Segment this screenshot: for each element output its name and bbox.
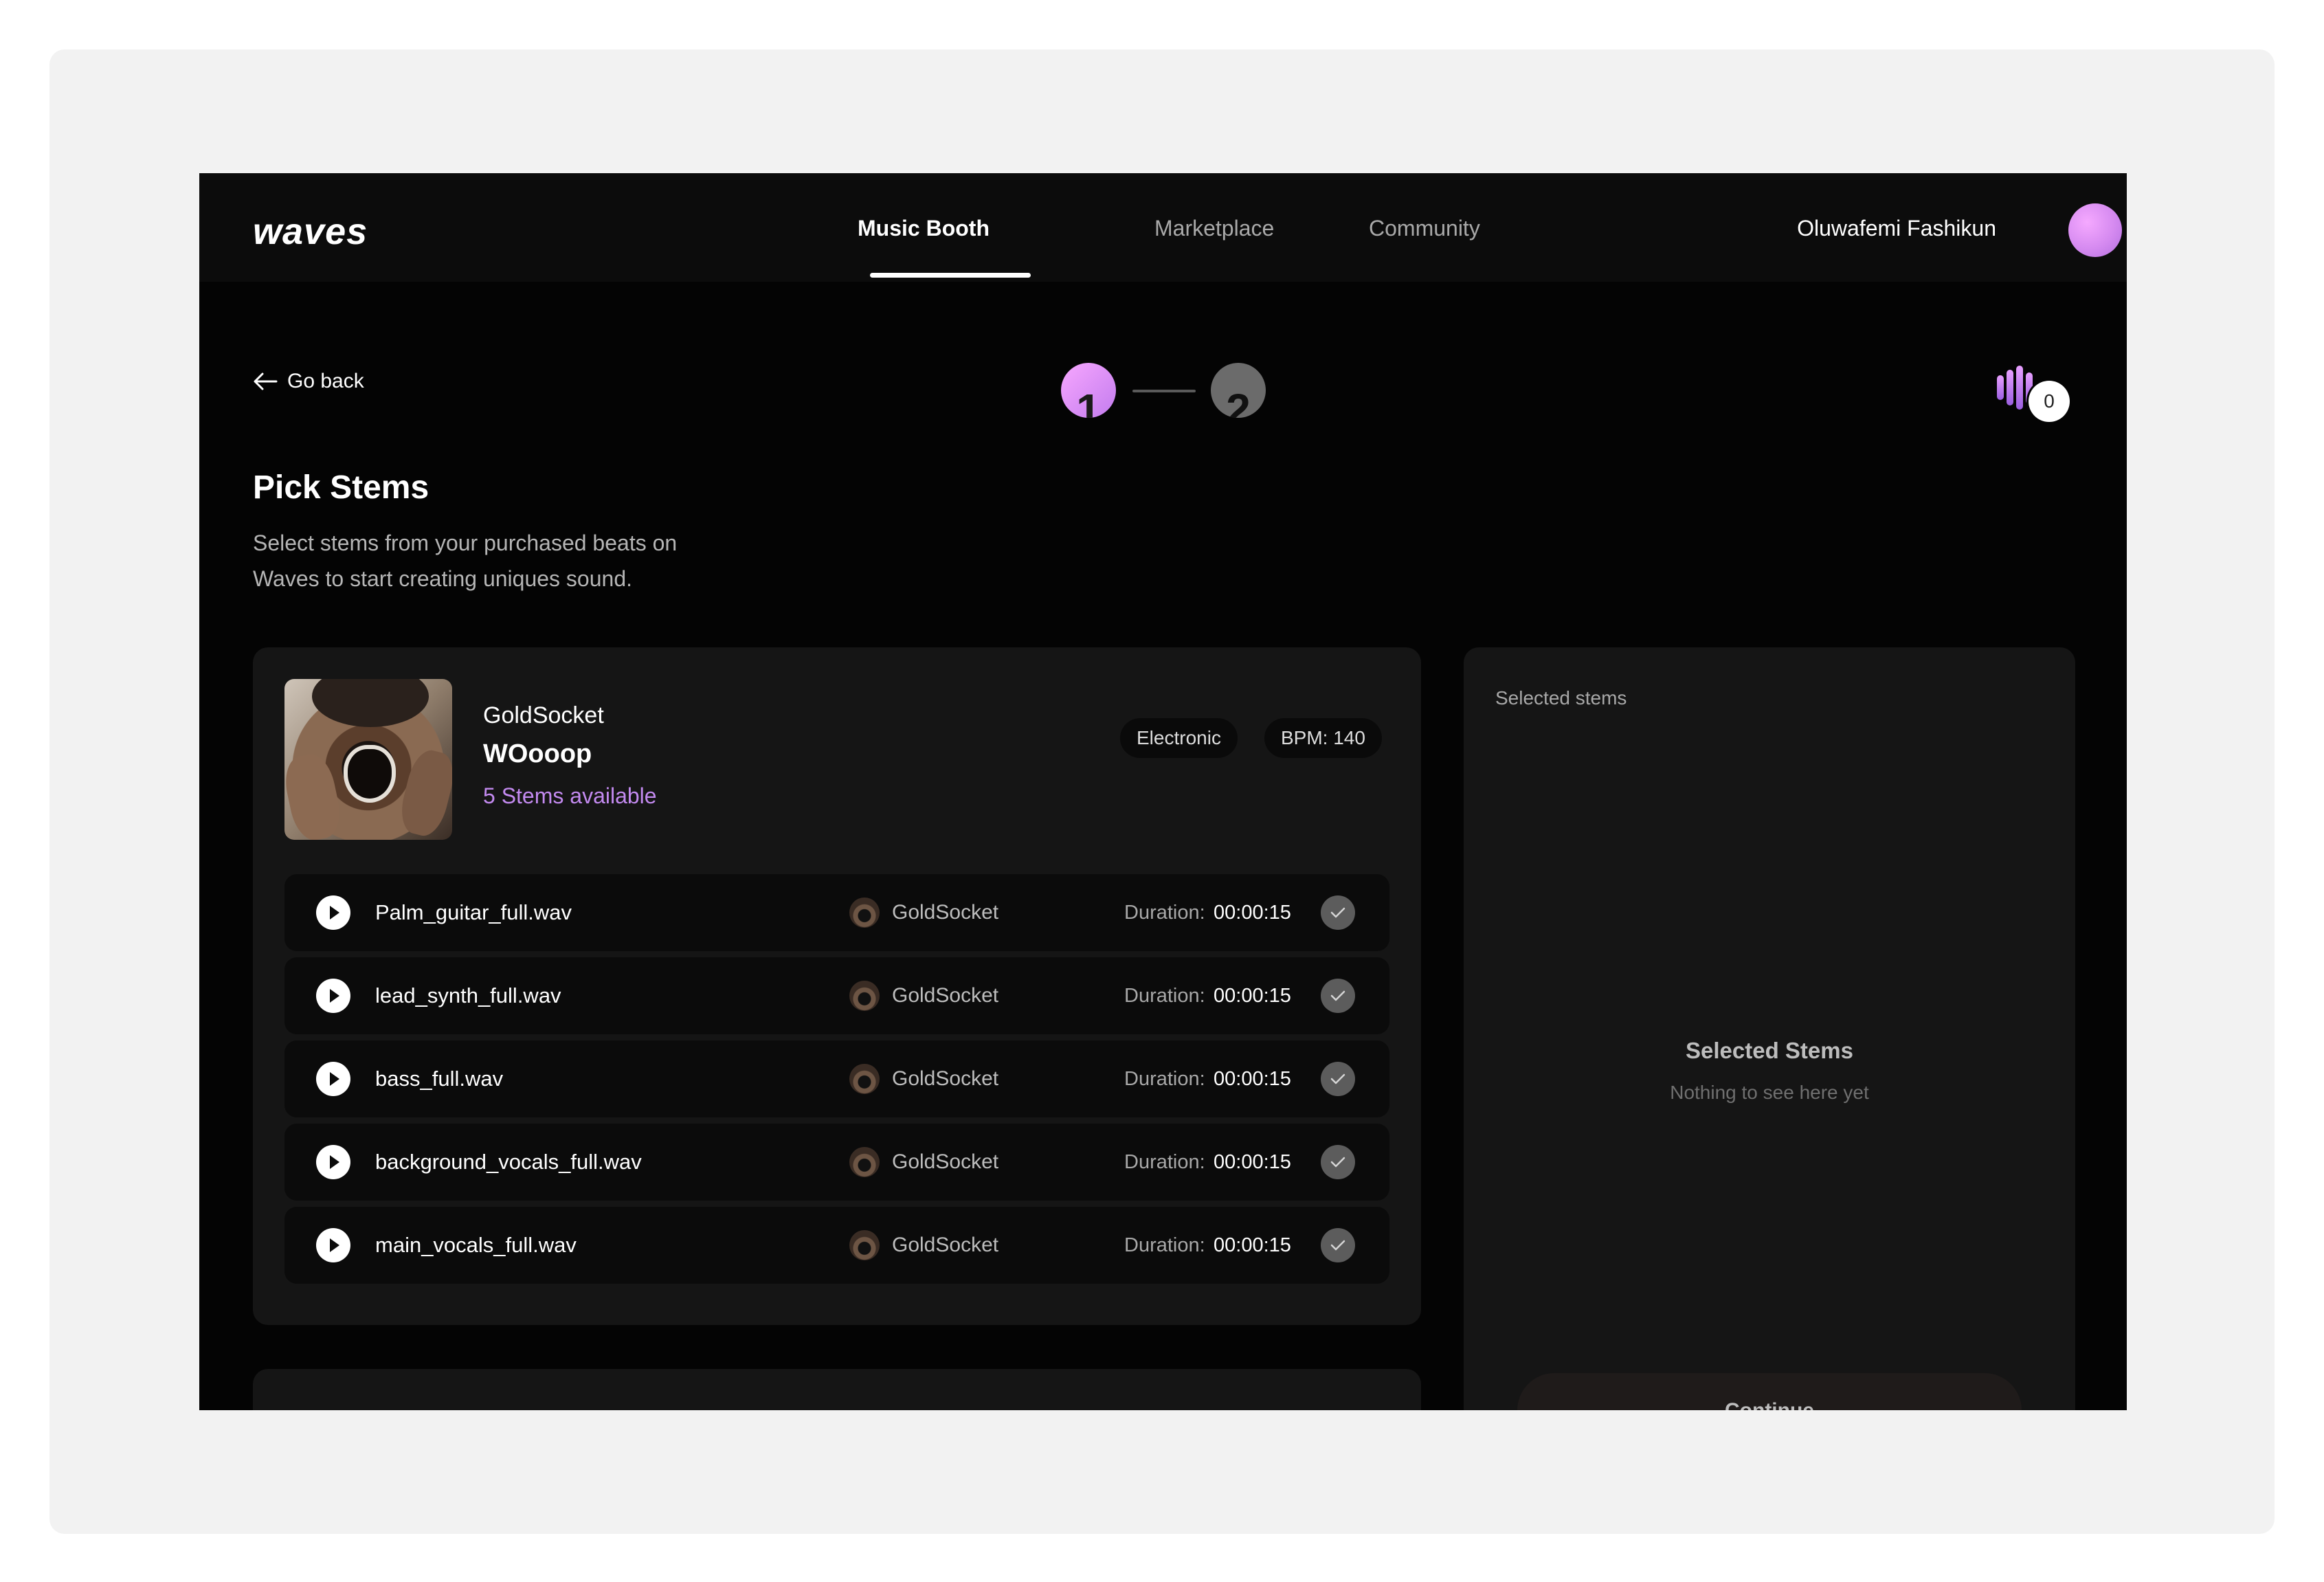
bpm-tag: BPM: 140 (1264, 718, 1382, 758)
duration-label: Duration: (1124, 1151, 1205, 1173)
stems-available-count: 5 Stems available (483, 783, 657, 808)
owner-avatar (849, 1230, 880, 1260)
continue-label: Continue (1517, 1401, 2022, 1411)
beat-card: GoldSocket WOooop 5 Stems available Elec… (253, 647, 1421, 1325)
stem-name: main_vocals_full.wav (375, 1233, 577, 1257)
stem-owner: GoldSocket (892, 1234, 999, 1256)
step-2: 2 (1211, 363, 1266, 418)
genre-tag: Electronic (1120, 718, 1238, 758)
waves-logo[interactable]: waves (253, 213, 368, 250)
duration-value: 00:00:15 (1214, 985, 1291, 1007)
beat-cover-image (284, 679, 452, 840)
beat-artist: GoldSocket (483, 702, 604, 728)
select-check-icon[interactable] (1321, 979, 1355, 1013)
continue-button[interactable]: Continue (1517, 1373, 2022, 1410)
app-window: waves Music Booth Marketplace Community … (199, 173, 2127, 1410)
duration-value: 00:00:15 (1214, 1234, 1291, 1256)
duration-label: Duration: (1124, 985, 1205, 1007)
next-beat-card (253, 1369, 1421, 1410)
stem-name: bass_full.wav (375, 1067, 504, 1091)
page-frame: waves Music Booth Marketplace Community … (49, 49, 2275, 1534)
top-nav: waves Music Booth Marketplace Community … (199, 173, 2127, 282)
play-icon[interactable] (316, 895, 350, 930)
nav-music-booth[interactable]: Music Booth (858, 217, 990, 239)
select-check-icon[interactable] (1321, 1062, 1355, 1096)
stem-name: Palm_guitar_full.wav (375, 900, 572, 924)
stem-name: lead_synth_full.wav (375, 983, 561, 1007)
play-icon[interactable] (316, 1228, 350, 1262)
stem-row[interactable]: main_vocals_full.wav GoldSocket Duration… (284, 1207, 1389, 1284)
arrow-left-icon (254, 372, 278, 390)
go-back-label: Go back (287, 370, 364, 392)
stem-row[interactable]: lead_synth_full.wav GoldSocket Duration:… (284, 957, 1389, 1034)
cart-count-badge: 0 (2029, 381, 2070, 422)
empty-state-subtitle: Nothing to see here yet (1670, 1082, 1869, 1103)
beat-title: WOooop (483, 739, 592, 768)
step-2-number: 2 (1226, 385, 1251, 418)
owner-avatar (849, 1064, 880, 1094)
select-check-icon[interactable] (1321, 895, 1355, 930)
stems-cart-button[interactable]: 0 (1997, 360, 2086, 426)
step-1-number: 1 (1076, 385, 1101, 418)
selected-stems-panel: Selected stems Selected Stems Nothing to… (1464, 647, 2075, 1410)
empty-state-title: Selected Stems (1686, 1038, 1853, 1063)
page-title: Pick Stems (253, 469, 429, 506)
stem-owner: GoldSocket (892, 1067, 999, 1090)
nav-community[interactable]: Community (1369, 217, 1480, 239)
user-name[interactable]: Oluwafemi Fashikun (1797, 217, 1996, 239)
page-subtitle: Select stems from your purchased beats o… (253, 531, 678, 591)
owner-avatar (849, 981, 880, 1011)
duration-value: 00:00:15 (1214, 902, 1291, 924)
duration-value: 00:00:15 (1214, 1151, 1291, 1173)
play-icon[interactable] (316, 1145, 350, 1179)
step-1: 1 (1061, 363, 1116, 418)
selected-stems-label: Selected stems (1495, 687, 1627, 709)
play-icon[interactable] (316, 1062, 350, 1096)
stem-name: background_vocals_full.wav (375, 1150, 642, 1174)
go-back-button[interactable]: Go back (253, 370, 364, 393)
stem-row[interactable]: background_vocals_full.wav GoldSocket Du… (284, 1124, 1389, 1201)
stem-row[interactable]: bass_full.wav GoldSocket Duration: 00:00… (284, 1040, 1389, 1117)
stem-owner: GoldSocket (892, 984, 999, 1007)
duration-value: 00:00:15 (1214, 1068, 1291, 1090)
avatar[interactable] (2068, 203, 2122, 257)
nav-active-indicator (870, 273, 1031, 278)
select-check-icon[interactable] (1321, 1228, 1355, 1262)
play-icon[interactable] (316, 979, 350, 1013)
duration-label: Duration: (1124, 1068, 1205, 1090)
select-check-icon[interactable] (1321, 1145, 1355, 1179)
nav-marketplace[interactable]: Marketplace (1154, 217, 1274, 239)
owner-avatar (849, 1147, 880, 1177)
stem-row[interactable]: Palm_guitar_full.wav GoldSocket Duration… (284, 874, 1389, 951)
duration-label: Duration: (1124, 1234, 1205, 1256)
stem-owner: GoldSocket (892, 901, 999, 924)
owner-avatar (849, 898, 880, 928)
stepper: 1 2 (1061, 363, 1267, 418)
step-connector (1132, 390, 1196, 392)
duration-label: Duration: (1124, 902, 1205, 924)
stem-owner: GoldSocket (892, 1150, 999, 1173)
